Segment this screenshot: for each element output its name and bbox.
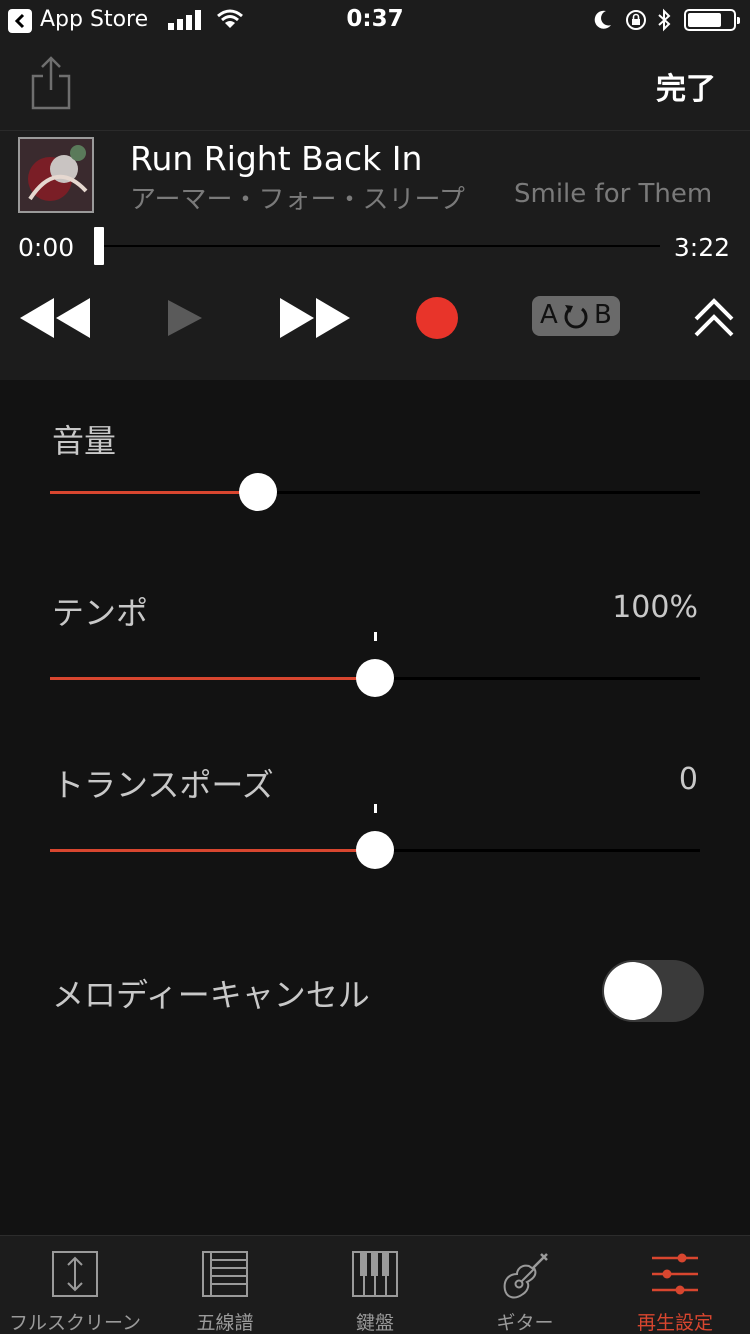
battery-icon <box>684 9 740 31</box>
rotation-lock-icon <box>626 10 646 30</box>
tempo-label: テンポ <box>52 594 149 632</box>
melody-cancel-toggle-knob <box>604 962 662 1020</box>
tempo-center-tick <box>374 632 377 641</box>
ab-repeat-icon[interactable]: A B <box>532 296 620 336</box>
progress-bar[interactable] <box>94 227 660 265</box>
guitar-icon <box>503 1253 548 1299</box>
volume-slider[interactable] <box>50 472 700 512</box>
current-time: 0:00 <box>18 233 75 262</box>
collapse-icon[interactable] <box>692 297 736 339</box>
volume-slider-thumb[interactable] <box>239 473 277 511</box>
staff-notation-icon <box>202 1251 248 1297</box>
rewind-icon[interactable] <box>18 296 92 340</box>
tab-label: 鍵盤 <box>355 1312 394 1334</box>
fast-forward-icon[interactable] <box>278 296 352 340</box>
ab-label-b: B <box>594 300 612 330</box>
record-icon[interactable] <box>416 297 458 339</box>
loop-arrow-icon <box>564 305 588 329</box>
album-artwork <box>18 137 94 213</box>
artist-name: アーマー・フォー・スリープ <box>130 185 465 215</box>
tempo-slider[interactable] <box>50 658 700 698</box>
share-icon[interactable] <box>28 54 74 110</box>
moon-icon <box>594 10 611 29</box>
transpose-center-tick <box>374 804 377 813</box>
done-button[interactable]: 完了 <box>656 64 716 108</box>
tab-label: ギター <box>496 1312 554 1334</box>
tab-label: 再生設定 <box>636 1312 713 1334</box>
tab-staff-notation[interactable]: 五線譜 <box>150 1236 300 1334</box>
tab-guitar[interactable]: ギター <box>450 1236 600 1334</box>
tab-label: 五線譜 <box>196 1312 254 1334</box>
tab-bar: フルスクリーン 五線譜 鍵盤 ギター 再生設定 <box>0 1235 750 1334</box>
total-time: 3:22 <box>673 233 730 262</box>
player-panel: Run Right Back In アーマー・フォー・スリープ Smile fo… <box>0 130 750 380</box>
bluetooth-icon <box>658 8 671 32</box>
melody-cancel-toggle[interactable] <box>602 960 704 1022</box>
fullscreen-icon <box>52 1251 98 1297</box>
volume-label: 音量 <box>52 422 117 460</box>
tab-playback-settings[interactable]: 再生設定 <box>600 1236 750 1334</box>
tempo-value: 100% <box>612 590 698 625</box>
status-bar: App Store 0:37 <box>0 0 750 40</box>
album-name: Smile for Them <box>514 179 713 209</box>
transpose-value: 0 <box>678 762 698 797</box>
keyboard-icon <box>352 1251 398 1297</box>
tab-label: フルスクリーン <box>8 1312 142 1334</box>
tab-keyboard[interactable]: 鍵盤 <box>300 1236 450 1334</box>
melody-cancel-label: メロディーキャンセル <box>52 976 370 1014</box>
playback-settings-panel: 音量 テンポ 100% トランスポーズ 0 メロディーキャンセル <box>0 380 750 1235</box>
nav-bar: 完了 <box>0 40 750 130</box>
tempo-slider-thumb[interactable] <box>356 659 394 697</box>
tab-fullscreen[interactable]: フルスクリーン <box>0 1236 150 1334</box>
play-icon[interactable] <box>166 298 204 338</box>
ab-label-a: A <box>540 300 558 330</box>
progress-thumb[interactable] <box>94 227 104 265</box>
playback-settings-icon <box>652 1253 698 1295</box>
transpose-slider-thumb[interactable] <box>356 831 394 869</box>
song-title: Run Right Back In <box>130 139 423 178</box>
transpose-label: トランスポーズ <box>52 766 274 804</box>
transpose-slider[interactable] <box>50 830 700 870</box>
